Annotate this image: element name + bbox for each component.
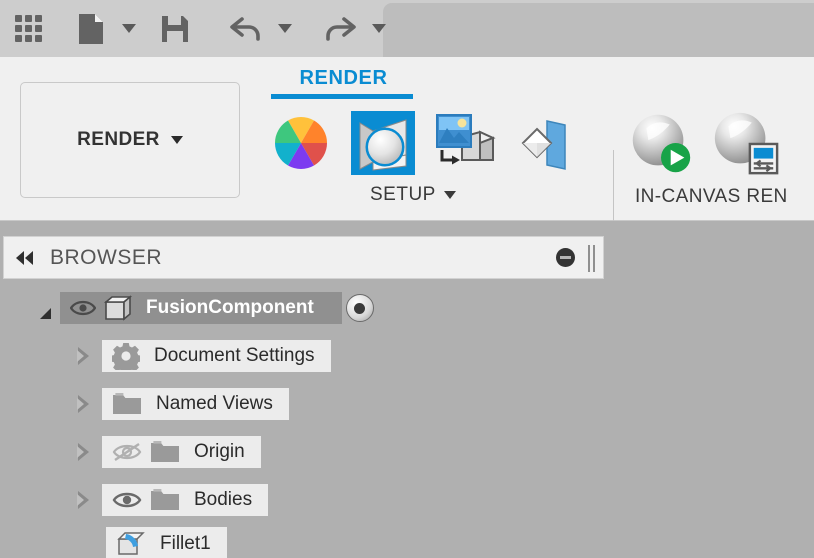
tree-row-document-settings[interactable]: Document Settings: [0, 332, 604, 380]
workspace-dropdown-render[interactable]: RENDER: [20, 82, 240, 198]
redo-dropdown[interactable]: [364, 0, 394, 57]
panel-setup-title[interactable]: SETUP: [370, 184, 456, 206]
twisty-expanded-icon[interactable]: [34, 297, 56, 319]
fillet-icon: [116, 530, 146, 558]
tree-row-label: FusionComponent: [146, 297, 314, 318]
chevron-down-icon: [122, 24, 136, 33]
browser-header: BROWSER: [3, 236, 604, 279]
in-canvas-render-button[interactable]: [625, 104, 697, 182]
eye-hidden-icon[interactable]: [112, 441, 142, 463]
tree-row-body[interactable]: Origin: [102, 436, 261, 468]
tree-row-body[interactable]: FusionComponent: [60, 292, 342, 324]
tab-render[interactable]: RENDER: [271, 67, 416, 99]
panel-setup-label: SETUP: [370, 184, 436, 205]
folder-icon: [150, 440, 180, 464]
chevron-down-icon: [170, 136, 183, 144]
sphere-play-icon: [632, 114, 691, 173]
quick-access-toolbar: [0, 0, 814, 57]
redo-button[interactable]: [300, 0, 364, 57]
twisty-collapsed-icon[interactable]: [72, 347, 94, 365]
tree-row-body[interactable]: Fillet1: [106, 527, 227, 558]
double-chevron-left-icon[interactable]: [16, 250, 33, 265]
vertical-grip-icon[interactable]: [588, 245, 595, 272]
ribbon-panel-in-canvas-render: IN-CANVAS REN: [625, 104, 814, 217]
twisty-collapsed-icon[interactable]: [72, 443, 94, 461]
tree-row-label: Fillet1: [160, 533, 211, 554]
decal-image-cube-icon: [436, 114, 496, 165]
in-canvas-render-settings-button[interactable]: [709, 104, 781, 182]
ribbon: RENDER RENDER SETUP IN-CANVAS REN: [0, 57, 814, 226]
tree-row-label: Named Views: [156, 393, 273, 414]
diamond-plane-icon: [521, 120, 566, 170]
ribbon-panel-separator: [613, 150, 614, 226]
save-icon: [162, 15, 188, 42]
tree-row-fillet1[interactable]: Fillet1: [0, 524, 604, 558]
app-grid-button[interactable]: [0, 0, 58, 57]
tree-row-body[interactable]: Named Views: [102, 388, 289, 420]
panel-in-canvas-render-label: IN-CANVAS REN: [635, 186, 788, 207]
grid-icon: [15, 14, 42, 42]
chevron-down-icon: [372, 24, 386, 33]
browser-title: BROWSER: [50, 245, 163, 269]
ribbon-panel-setup: SETUP: [265, 104, 610, 217]
eye-visible-icon[interactable]: [112, 490, 142, 510]
new-document-button[interactable]: [58, 0, 114, 57]
browser-tree: FusionComponent Document Settings Named …: [0, 284, 604, 558]
fusion-app-window: RENDER RENDER SETUP IN-CANVAS REN BROWSE…: [0, 0, 814, 558]
tree-row-body[interactable]: Bodies: [102, 484, 269, 516]
scene-settings-button[interactable]: [347, 104, 419, 182]
sphere-settings-icon: [714, 112, 779, 175]
eye-visible-icon[interactable]: [70, 299, 96, 317]
minimize-circle-icon[interactable]: [556, 248, 575, 267]
texture-map-controls-button[interactable]: [511, 104, 583, 182]
twisty-collapsed-icon[interactable]: [72, 491, 94, 509]
save-button[interactable]: [144, 0, 206, 57]
chevron-down-icon: [443, 191, 456, 199]
component-cube-icon: [104, 295, 132, 321]
workspace-dropdown-label: RENDER: [77, 129, 160, 150]
tree-row-origin[interactable]: Origin: [0, 428, 604, 476]
appearance-button[interactable]: [265, 104, 337, 182]
tab-render-label: RENDER: [299, 67, 388, 89]
undo-dropdown[interactable]: [270, 0, 300, 57]
gear-icon: [112, 342, 140, 370]
document-icon: [79, 13, 103, 44]
toolbar-right-panel: [383, 3, 814, 57]
color-wheel-icon: [275, 117, 327, 169]
folder-icon: [150, 488, 180, 512]
tree-row-label: Origin: [194, 441, 245, 462]
tree-row-named-views[interactable]: Named Views: [0, 380, 604, 428]
decal-button[interactable]: [429, 104, 501, 182]
chevron-down-icon: [278, 24, 292, 33]
tree-row-bodies[interactable]: Bodies: [0, 476, 604, 524]
undo-button[interactable]: [206, 0, 270, 57]
new-document-dropdown[interactable]: [114, 0, 144, 57]
folder-icon: [112, 392, 142, 416]
tree-row-label: Document Settings: [154, 345, 315, 366]
undo-arrow-icon: [230, 16, 260, 41]
render-cube-sphere-icon: [351, 111, 415, 175]
tree-row-fusioncomponent[interactable]: FusionComponent: [0, 284, 604, 332]
browser-panel: BROWSER FusionComponent Document Setting…: [0, 221, 814, 558]
activate-radio-icon[interactable]: [345, 294, 374, 322]
tab-active-underline: [271, 94, 413, 99]
redo-arrow-icon: [326, 16, 356, 41]
tree-row-label: Bodies: [194, 489, 253, 510]
tree-row-body[interactable]: Document Settings: [102, 340, 331, 372]
twisty-collapsed-icon[interactable]: [72, 395, 94, 413]
